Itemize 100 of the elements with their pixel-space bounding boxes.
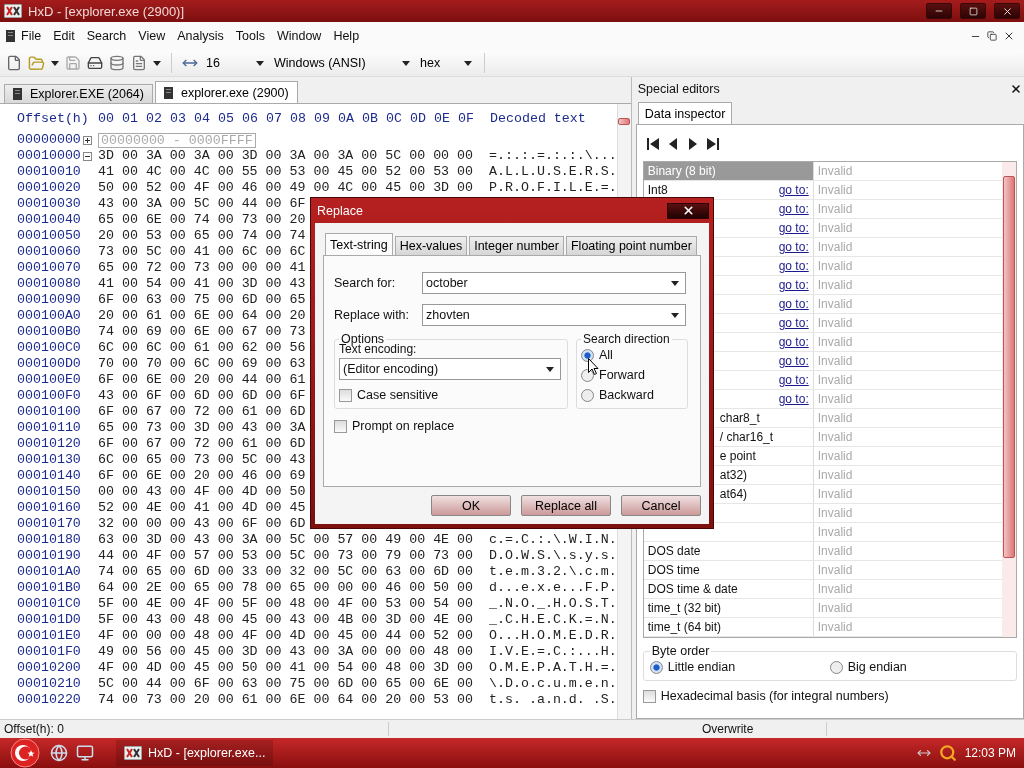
radio-button[interactable] — [829, 660, 843, 674]
checkbox[interactable] — [642, 689, 656, 703]
last-icon[interactable] — [706, 137, 719, 151]
offset-text: 00010030 — [17, 196, 82, 212]
minimize-button[interactable] — [926, 3, 952, 19]
restore-button[interactable] — [984, 31, 1000, 41]
go-to-link[interactable]: go to: — [778, 373, 809, 387]
go-to-link[interactable]: go to: — [778, 221, 809, 235]
menu-item[interactable]: View — [132, 29, 172, 43]
value-text: Invalid — [816, 411, 853, 425]
menu-item[interactable]: Edit — [47, 29, 81, 43]
radio-button[interactable] — [581, 388, 594, 402]
database-icon[interactable] — [109, 55, 125, 71]
menu-item[interactable]: File — [15, 29, 48, 43]
menu-item[interactable]: Window — [270, 29, 328, 43]
close-icon[interactable] — [1009, 83, 1022, 95]
globe-icon[interactable] — [50, 744, 68, 762]
go-to-link[interactable]: go to: — [778, 335, 809, 349]
go-to-link[interactable]: go to: — [778, 202, 809, 216]
column-heading: 03 — [170, 111, 187, 127]
offset-text: 000100C0 — [17, 340, 82, 356]
option-label: Little endian — [667, 660, 736, 674]
dialog-tab[interactable]: Integer number — [469, 236, 564, 255]
encoding-select[interactable]: (Editor encoding) — [339, 358, 561, 380]
inspector-tab[interactable]: Data inspector — [637, 102, 733, 124]
search-field[interactable]: october — [422, 272, 686, 294]
offset-text: 00010200 — [17, 660, 82, 676]
restore-icon — [987, 31, 997, 41]
app-icon — [124, 746, 142, 760]
charset-select[interactable]: Windows (ANSI) — [272, 53, 412, 73]
maximize-button[interactable] — [960, 3, 986, 19]
dialog-tab[interactable]: Floating point number — [565, 236, 697, 255]
collapse-icon[interactable] — [83, 151, 92, 161]
go-to-link[interactable]: go to: — [778, 297, 809, 311]
offset-text: 00010090 — [17, 292, 82, 308]
hex-bytes: 3D 00 3A 00 3A 00 3D 00 3A 00 3A 00 5C 00 00 00 — [98, 148, 474, 164]
dialog-button[interactable]: OK — [431, 495, 511, 516]
value-text: Invalid — [816, 335, 853, 349]
expand-icon[interactable] — [83, 135, 92, 145]
new-file-icon[interactable] — [6, 55, 22, 71]
dialog-button[interactable]: Replace all — [521, 495, 611, 516]
close-button[interactable] — [994, 3, 1020, 19]
caret-icon — [402, 60, 410, 66]
inspector-row[interactable]: DOS time & date Invalid — [643, 580, 1002, 599]
menu-item[interactable]: Tools — [229, 29, 271, 43]
row-label: / char16_t — [719, 430, 774, 444]
go-to-link[interactable]: go to: — [778, 354, 809, 368]
offset-text: 000101D0 — [17, 612, 82, 628]
go-to-link[interactable]: go to: — [778, 316, 809, 330]
go-to-link[interactable]: go to: — [778, 392, 809, 406]
caret-icon — [671, 312, 679, 318]
document-tab[interactable]: Explorer.EXE (2064) — [4, 84, 153, 103]
menu-item[interactable]: Analysis — [171, 29, 230, 43]
dialog-tab[interactable]: Hex-values — [394, 236, 468, 255]
offset-text: 00010180 — [17, 532, 82, 548]
hex-bytes: 52 00 4E 00 41 00 4D 00 45 — [98, 500, 306, 516]
offset-text: 00010020 — [17, 180, 82, 196]
search-icon[interactable] — [938, 744, 957, 762]
inspector-row[interactable]: DOS time Invalid — [643, 561, 1002, 580]
status-text: Overwrite — [698, 722, 827, 736]
go-to-link[interactable]: go to: — [778, 278, 809, 292]
document-tab[interactable]: explorer.exe (2900) — [154, 81, 298, 103]
taskbar-button[interactable]: HxD - [explorer.exe... — [116, 740, 274, 766]
checkbox[interactable] — [339, 388, 352, 402]
hex-bytes: 65 00 73 00 3D 00 43 00 3A — [98, 420, 306, 436]
go-to-link[interactable]: go to: — [778, 259, 809, 273]
group-label: Byte order — [650, 644, 711, 658]
drive-icon[interactable] — [87, 55, 103, 71]
inspector-row[interactable]: time_t (64 bit) Invalid — [643, 618, 1002, 637]
next-icon[interactable] — [686, 137, 699, 151]
decoded-text: \.D.o.c.u.m.e.n. — [489, 676, 617, 692]
menu-item[interactable]: Search — [80, 29, 133, 43]
monitor-icon[interactable] — [76, 744, 94, 762]
pane-title: Special editors — [637, 82, 720, 96]
hex-bytes: 6F 00 6E 00 20 00 44 00 61 — [98, 372, 306, 388]
radio-button[interactable] — [581, 348, 594, 362]
radio-button[interactable] — [649, 660, 663, 674]
value-text: Invalid — [816, 525, 853, 539]
decoded-text: =.:.:.=.:.:.\... — [489, 148, 617, 164]
close-button[interactable] — [667, 202, 709, 219]
dialog-button[interactable]: Cancel — [621, 495, 701, 516]
go-to-link[interactable]: go to: — [778, 240, 809, 254]
offset-text: 00010150 — [17, 484, 82, 500]
menu-item[interactable]: Help — [327, 29, 366, 43]
option-label: Forward — [599, 368, 645, 382]
bytes-per-row-select[interactable]: 16 — [204, 53, 266, 73]
replace-field[interactable]: zhovten — [422, 304, 686, 326]
offset-base-select[interactable]: hex — [418, 53, 474, 73]
start-button[interactable] — [8, 738, 42, 768]
document-icon[interactable] — [131, 55, 147, 71]
open-folder-icon[interactable] — [28, 54, 45, 72]
hex-bytes: 64 00 2E 00 65 00 78 00 65 00 00 00 46 00 50 00 — [98, 580, 474, 596]
go-to-link[interactable]: go to: — [778, 183, 809, 197]
checkbox[interactable] — [334, 419, 347, 433]
offset-text: 000101B0 — [17, 580, 82, 596]
row-label: Binary (8 bit) — [647, 164, 716, 178]
inspector-row[interactable]: DOS date Invalid — [643, 542, 1002, 561]
dialog-tab[interactable]: Text-string — [325, 233, 393, 255]
first-icon[interactable] — [646, 137, 659, 151]
inspector-row[interactable]: time_t (32 bit) Invalid — [643, 599, 1002, 618]
